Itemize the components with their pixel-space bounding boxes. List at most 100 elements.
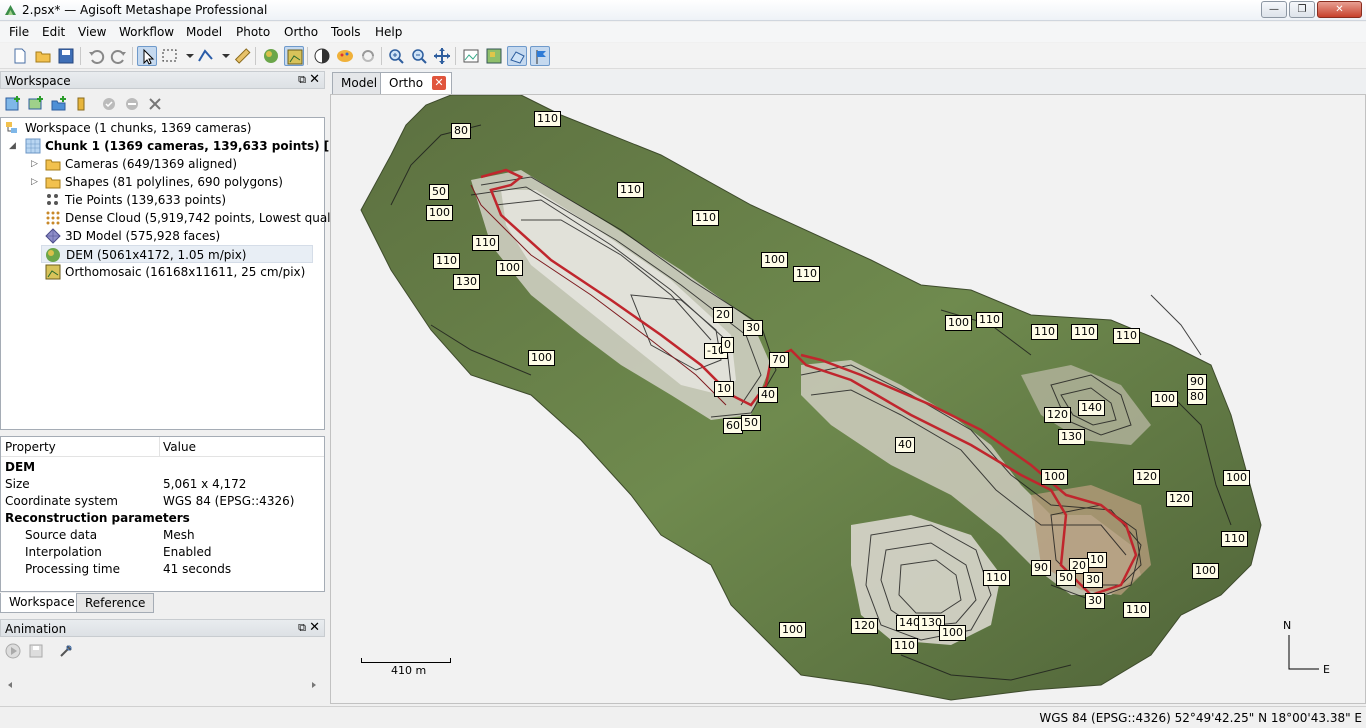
orthomosaic-icon[interactable] bbox=[284, 46, 304, 66]
tree-item-dem[interactable]: DEM (5061x4172, 1.05 m/pix) bbox=[41, 245, 313, 263]
expand-shapes-icon[interactable]: ▷ bbox=[31, 177, 38, 187]
open-icon[interactable] bbox=[33, 46, 53, 66]
col-property[interactable]: Property bbox=[5, 440, 56, 454]
close-button[interactable]: ✕ bbox=[1317, 1, 1362, 18]
palette-icon[interactable] bbox=[335, 46, 355, 66]
contour-label: 110 bbox=[534, 111, 561, 127]
contour-label: 100 bbox=[939, 625, 966, 641]
color-correct-icon[interactable] bbox=[312, 46, 332, 66]
ortho-view[interactable]: 80 110 50 100 110 110 110 110 100 110 13… bbox=[330, 94, 1366, 704]
contour-label: 10 bbox=[1087, 552, 1107, 568]
menu-bar: File Edit View Workflow Model Photo Orth… bbox=[0, 22, 1366, 42]
tab-workspace[interactable]: Workspace bbox=[0, 593, 84, 613]
contour-label: 80 bbox=[1187, 389, 1207, 405]
tab-ortho[interactable]: Ortho ✕ bbox=[380, 72, 453, 94]
contour-label: 130 bbox=[1058, 429, 1085, 445]
disable-icon[interactable] bbox=[123, 95, 141, 113]
float-panel-icon[interactable]: ⧉ bbox=[298, 621, 306, 635]
show-dem-icon[interactable] bbox=[484, 46, 504, 66]
col-value[interactable]: Value bbox=[163, 440, 196, 454]
menu-model[interactable]: Model bbox=[186, 25, 222, 39]
save-animation-icon[interactable] bbox=[28, 643, 44, 659]
contour-label: 50 bbox=[429, 184, 449, 200]
tree-item-cameras[interactable]: Cameras (649/1369 aligned) bbox=[45, 155, 315, 173]
add-marker-icon[interactable] bbox=[73, 95, 91, 113]
image-icon[interactable] bbox=[461, 46, 481, 66]
prop-value-source: Mesh bbox=[163, 528, 195, 542]
close-panel-icon[interactable]: ✕ bbox=[309, 620, 320, 635]
expand-cameras-icon[interactable]: ▷ bbox=[31, 159, 38, 169]
prop-value-interpolation: Enabled bbox=[163, 545, 212, 559]
prop-label-size: Size bbox=[5, 477, 30, 491]
tree-item-chunk[interactable]: Chunk 1 (1369 cameras, 139,633 points) [… bbox=[25, 137, 344, 155]
undo-icon[interactable] bbox=[86, 46, 106, 66]
animation-timeline-slider[interactable] bbox=[8, 682, 316, 688]
show-markers-icon[interactable] bbox=[530, 46, 550, 66]
tree-item-shapes[interactable]: Shapes (81 polylines, 690 polygons) bbox=[45, 173, 315, 191]
contour-label: 50 bbox=[741, 415, 761, 431]
contour-label: 110 bbox=[1123, 602, 1150, 618]
contour-label: 60 bbox=[723, 418, 743, 434]
tab-ortho-label: Ortho bbox=[389, 76, 424, 90]
prop-value-crs: WGS 84 (EPSG::4326) bbox=[163, 494, 295, 508]
tree-item-3d-model[interactable]: 3D Model (575,928 faces) bbox=[45, 227, 315, 245]
minimize-button[interactable]: — bbox=[1261, 1, 1287, 18]
close-panel-icon[interactable]: ✕ bbox=[309, 72, 320, 87]
menu-ortho[interactable]: Ortho bbox=[284, 25, 318, 39]
contour-label: 40 bbox=[895, 437, 915, 453]
draw-polyline-icon[interactable] bbox=[196, 46, 216, 66]
ruler-icon[interactable] bbox=[232, 46, 252, 66]
contour-label: 40 bbox=[758, 387, 778, 403]
prop-section-dem: DEM bbox=[5, 460, 36, 474]
new-icon[interactable] bbox=[10, 46, 30, 66]
tree-item-orthomosaic[interactable]: Orthomosaic (16168x11611, 25 cm/pix) bbox=[45, 263, 315, 281]
menu-file[interactable]: File bbox=[9, 25, 29, 39]
status-coordinates: WGS 84 (EPSG::4326) 52°49'42.25" N 18°00… bbox=[1039, 711, 1362, 725]
maximize-button[interactable]: ❐ bbox=[1289, 1, 1315, 18]
navigation-icon[interactable] bbox=[137, 46, 157, 66]
redo-icon[interactable] bbox=[109, 46, 129, 66]
contour-label: 120 bbox=[1166, 491, 1193, 507]
save-icon[interactable] bbox=[56, 46, 76, 66]
contour-label: 110 bbox=[983, 570, 1010, 586]
add-photos-icon[interactable] bbox=[27, 95, 45, 113]
menu-edit[interactable]: Edit bbox=[42, 25, 65, 39]
menu-help[interactable]: Help bbox=[375, 25, 402, 39]
move-icon[interactable] bbox=[432, 46, 452, 66]
menu-tools[interactable]: Tools bbox=[331, 25, 361, 39]
refresh-icon[interactable] bbox=[358, 46, 378, 66]
tie-points-icon bbox=[47, 194, 58, 205]
play-icon[interactable] bbox=[5, 643, 21, 659]
animation-toolbar bbox=[0, 638, 325, 666]
add-chunk-icon[interactable] bbox=[4, 95, 22, 113]
remove-icon[interactable] bbox=[146, 95, 164, 113]
menu-workflow[interactable]: Workflow bbox=[119, 25, 174, 39]
enable-icon[interactable] bbox=[100, 95, 118, 113]
workspace-panel-header: Workspace ⧉ ✕ bbox=[0, 71, 325, 89]
show-shapes-icon[interactable] bbox=[507, 46, 527, 66]
tab-model[interactable]: Model bbox=[332, 72, 387, 94]
contour-label: 130 bbox=[453, 274, 480, 290]
dem-icon[interactable] bbox=[261, 46, 281, 66]
contour-label: 110 bbox=[692, 210, 719, 226]
tab-reference[interactable]: Reference bbox=[76, 593, 155, 613]
zoom-out-icon[interactable] bbox=[409, 46, 429, 66]
animation-settings-icon[interactable] bbox=[58, 643, 74, 659]
tree-item-workspace[interactable]: Workspace (1 chunks, 1369 cameras) bbox=[5, 119, 315, 137]
menu-view[interactable]: View bbox=[78, 25, 106, 39]
expand-chunk-icon[interactable]: ◢ bbox=[9, 141, 16, 151]
rectangle-selection-icon[interactable] bbox=[160, 46, 180, 66]
contour-label: 100 bbox=[1041, 469, 1068, 485]
contour-label: 120 bbox=[851, 618, 878, 634]
contour-label: 110 bbox=[472, 235, 499, 251]
close-tab-icon[interactable]: ✕ bbox=[432, 76, 447, 90]
float-panel-icon[interactable]: ⧉ bbox=[298, 73, 306, 87]
prop-value-time: 41 seconds bbox=[163, 562, 232, 576]
tree-item-tie-points[interactable]: Tie Points (139,633 points) bbox=[45, 191, 315, 209]
contour-label: 110 bbox=[1071, 324, 1098, 340]
contour-label: 100 bbox=[426, 205, 453, 221]
zoom-in-icon[interactable] bbox=[386, 46, 406, 66]
tree-item-dense-cloud[interactable]: Dense Cloud (5,919,742 points, Lowest qu… bbox=[45, 209, 350, 227]
add-folder-icon[interactable] bbox=[50, 95, 68, 113]
menu-photo[interactable]: Photo bbox=[236, 25, 270, 39]
